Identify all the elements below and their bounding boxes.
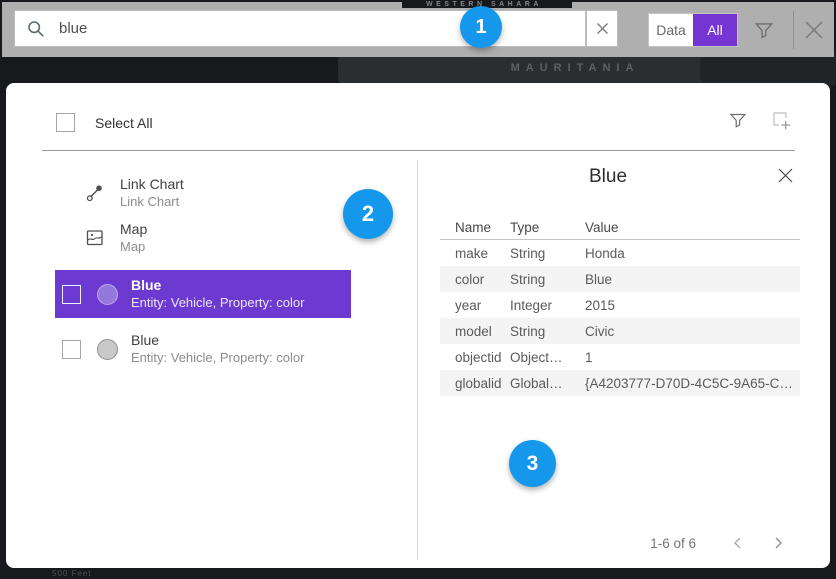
result-checkbox[interactable]: [62, 285, 81, 304]
result-item-blue-selected[interactable]: Blue Entity: Vehicle, Property: color: [55, 270, 351, 318]
select-all-checkbox[interactable]: [56, 113, 75, 132]
clear-search-button[interactable]: [586, 10, 618, 47]
result-subtitle: Link Chart: [120, 193, 184, 211]
result-subtitle: Entity: Vehicle, Property: color: [131, 294, 304, 312]
close-search-button[interactable]: [803, 19, 825, 46]
table-cell: globalid: [440, 376, 510, 391]
table-row: globalid Global… {A4203777-D70D-4C5C-9A6…: [440, 370, 800, 396]
close-icon: [777, 167, 794, 184]
search-scope-toggle: Data All: [648, 13, 738, 47]
pagination-label: 1-6 of 6: [596, 536, 696, 551]
filter-icon: [753, 19, 775, 41]
table-cell: Blue: [585, 272, 800, 287]
table-cell: model: [440, 324, 510, 339]
table-cell: String: [510, 272, 585, 287]
result-title: Link Chart: [120, 175, 184, 193]
annotation-callout-2: 2: [343, 189, 393, 239]
result-item-map[interactable]: Map Map: [84, 220, 147, 256]
table-row: make String Honda: [440, 240, 800, 266]
table-cell: Civic: [585, 324, 800, 339]
toolbar-divider: [793, 11, 794, 49]
map-scale-label: 500 Feet: [52, 569, 92, 578]
result-item-link-chart[interactable]: Link Chart Link Chart: [84, 175, 184, 211]
close-detail-button[interactable]: [777, 167, 794, 189]
filter-icon: [728, 110, 748, 130]
table-cell: make: [440, 246, 510, 261]
header-divider: [42, 150, 795, 151]
chevron-left-icon: [731, 536, 745, 550]
link-chart-icon: [84, 182, 106, 204]
annotation-callout-3: 3: [509, 440, 556, 487]
scope-all-button[interactable]: All: [693, 14, 737, 46]
entity-icon: [97, 284, 118, 305]
table-cell: {A4203777-D70D-4C5C-9A65-C…: [585, 376, 800, 391]
table-row: model String Civic: [440, 318, 800, 344]
chevron-right-icon: [771, 536, 785, 550]
table-cell: objectid: [440, 350, 510, 365]
close-icon: [803, 19, 825, 41]
attribute-table: Name Type Value make String Honda color …: [440, 216, 800, 396]
table-cell: 1: [585, 350, 800, 365]
table-cell: Global…: [510, 376, 585, 391]
table-cell: Integer: [510, 298, 585, 313]
table-cell: Object…: [510, 350, 585, 365]
column-header: Name: [440, 220, 510, 235]
table-cell: 2015: [585, 298, 800, 313]
table-cell: String: [510, 324, 585, 339]
table-header: Name Type Value: [440, 216, 800, 240]
panel-divider: [417, 160, 418, 560]
column-header: Value: [585, 220, 800, 235]
pagination-next-button[interactable]: [771, 536, 785, 555]
search-input[interactable]: [59, 20, 585, 37]
result-title: Blue: [131, 331, 304, 349]
annotation-callout-1: 1: [460, 6, 502, 48]
table-row: year Integer 2015: [440, 292, 800, 318]
add-to-selection-button[interactable]: [771, 110, 793, 137]
column-header: Type: [510, 220, 585, 235]
select-all-label: Select All: [95, 115, 153, 131]
table-cell: String: [510, 246, 585, 261]
map-landmass: [700, 52, 836, 86]
map-label-mauritania: MAURITANIA: [440, 62, 710, 74]
result-subtitle: Entity: Vehicle, Property: color: [131, 349, 304, 367]
result-title: Blue: [131, 276, 304, 294]
table-cell: color: [440, 272, 510, 287]
filter-button[interactable]: [753, 19, 775, 46]
entity-icon: [97, 339, 118, 360]
result-title: Map: [120, 220, 147, 238]
pagination-prev-button[interactable]: [731, 536, 745, 555]
scope-data-button[interactable]: Data: [649, 14, 693, 46]
search-toolbar: Data All: [2, 2, 834, 57]
search-results-panel: Select All Li: [6, 83, 830, 568]
app-window: MAURITANIA WESTERN SAHARA 500 Feet Data …: [0, 0, 836, 579]
add-selection-icon: [771, 110, 793, 132]
table-cell: year: [440, 298, 510, 313]
results-filter-button[interactable]: [728, 110, 748, 135]
clear-search-icon: [596, 22, 609, 35]
result-checkbox[interactable]: [62, 340, 81, 359]
table-row: objectid Object… 1: [440, 344, 800, 370]
result-subtitle: Map: [120, 238, 147, 256]
map-icon: [84, 227, 106, 249]
table-cell: Honda: [585, 246, 800, 261]
search-icon: [27, 20, 45, 38]
table-row: color String Blue: [440, 266, 800, 292]
result-item-blue[interactable]: Blue Entity: Vehicle, Property: color: [55, 325, 351, 373]
detail-title: Blue: [436, 166, 780, 188]
